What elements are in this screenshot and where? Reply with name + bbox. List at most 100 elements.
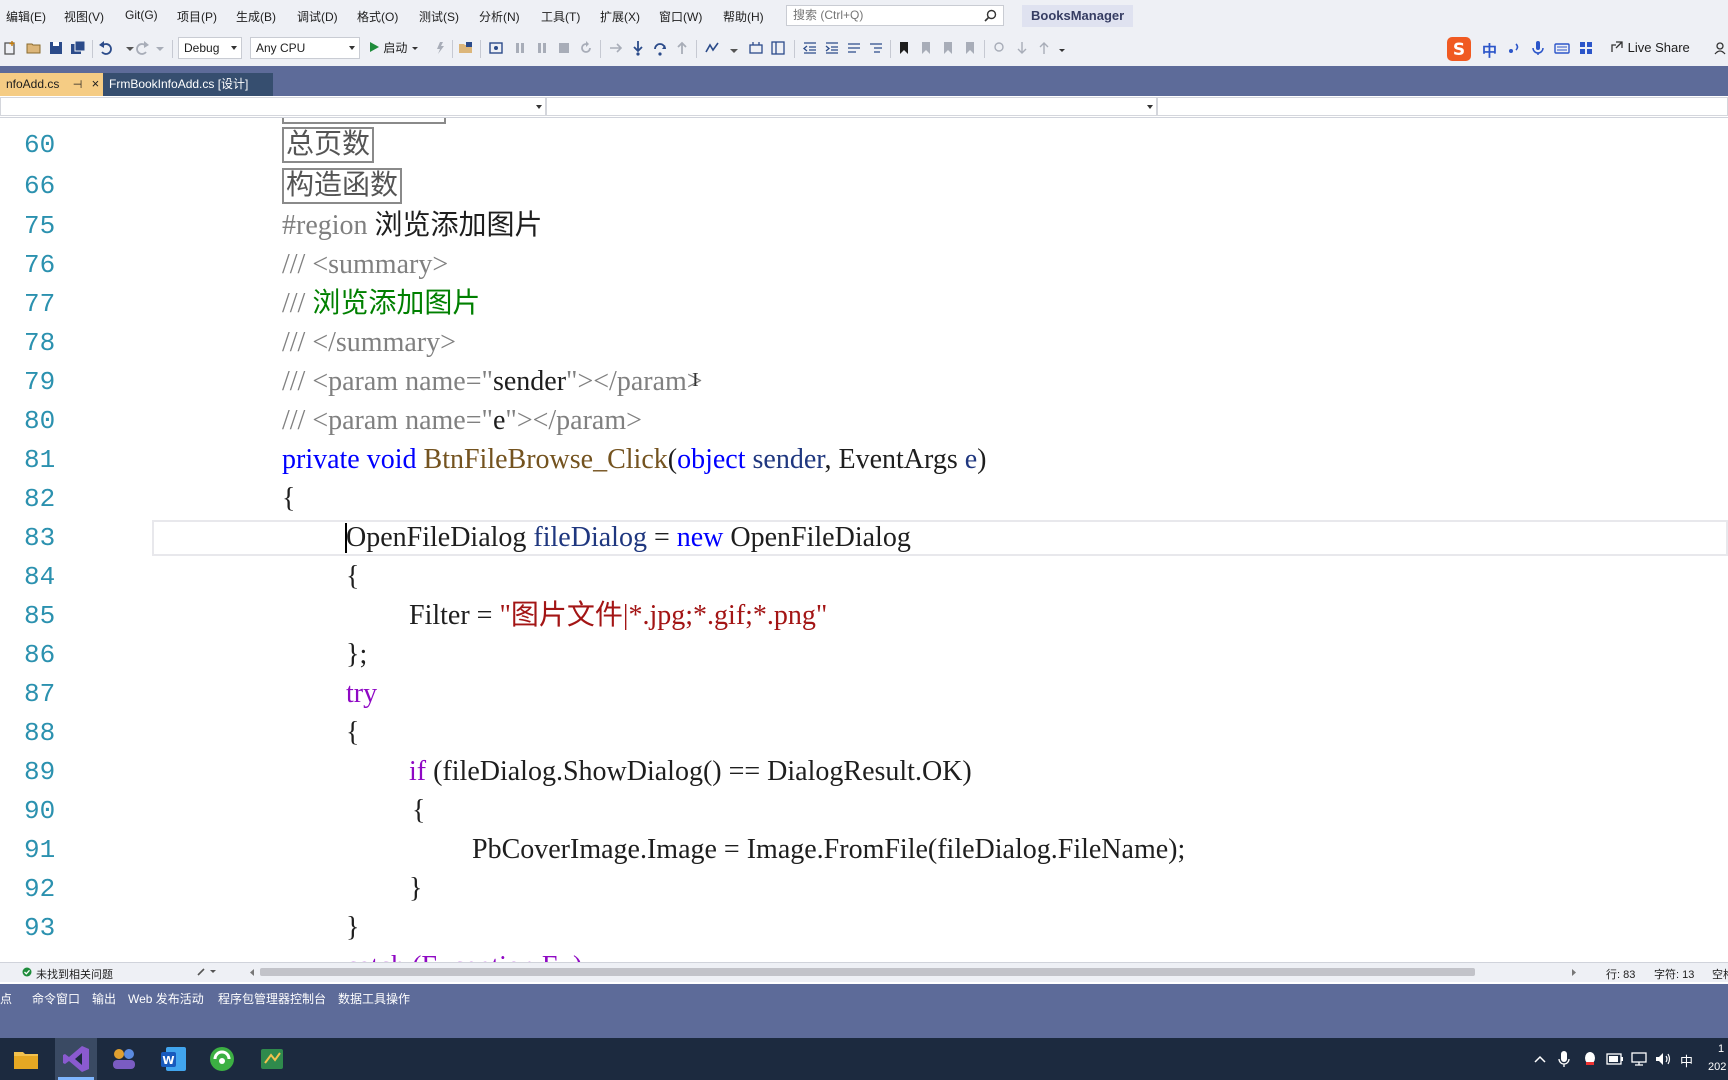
layout-icon[interactable] [770, 40, 786, 56]
ime-punctuation-icon[interactable] [1506, 40, 1522, 56]
pause-icon[interactable] [534, 40, 550, 56]
menu-window[interactable]: 窗口(W) [659, 8, 702, 25]
collapsed-region[interactable]: 总页数 [282, 127, 375, 163]
step-into-icon[interactable] [630, 40, 646, 56]
ime-tray-indicator[interactable]: 中 [1680, 1051, 1693, 1070]
horizontal-scrollbar-thumb[interactable] [260, 968, 1475, 976]
visual-studio-icon[interactable] [60, 1043, 92, 1075]
configuration-combo[interactable]: Debug [178, 37, 242, 59]
menu-analyze[interactable]: 分析(N) [479, 8, 520, 25]
stop-icon[interactable] [556, 40, 572, 56]
search-input[interactable] [787, 6, 973, 24]
save-all-icon[interactable] [70, 40, 86, 56]
outdent-icon[interactable] [802, 40, 818, 56]
break-all-icon[interactable] [512, 40, 528, 56]
tab-data-tools[interactable]: 数据工具操作 [338, 990, 410, 1007]
hot-reload-icon[interactable] [432, 40, 448, 56]
arrow-up-icon[interactable] [1036, 40, 1052, 56]
tab-output[interactable]: 输出 [92, 990, 116, 1007]
tab-breakpoints[interactable]: 断点 [0, 990, 12, 1007]
tab-command-window[interactable]: 命令窗口 [32, 990, 80, 1007]
menu-view[interactable]: 视图(V) [64, 8, 104, 25]
type-dropdown[interactable] [0, 97, 546, 116]
member-dropdown[interactable] [546, 97, 1157, 116]
tab-package-manager-console[interactable]: 程序包管理器控制台 [218, 990, 326, 1007]
next-bookmark-icon[interactable] [940, 40, 956, 56]
teams-icon[interactable] [108, 1043, 140, 1075]
undo-icon[interactable] [98, 40, 114, 56]
show-hidden-icons-icon[interactable] [1534, 1054, 1546, 1064]
whitespace-mode[interactable]: 空格 [1712, 966, 1728, 982]
close-icon[interactable]: × [92, 76, 100, 91]
collapsed-region[interactable]: 构造函数 [282, 168, 403, 204]
browser-icon[interactable] [206, 1043, 238, 1075]
issues-status[interactable]: 未找到相关问题 [36, 966, 113, 982]
open-in-explorer-icon[interactable] [458, 40, 474, 56]
ime-mode[interactable]: 中 [1482, 40, 1497, 61]
bookmark-icon[interactable] [896, 40, 912, 56]
menu-extensions[interactable]: 扩展(X) [600, 8, 640, 25]
comment-icon[interactable] [846, 40, 862, 56]
menu-build[interactable]: 生成(B) [236, 8, 276, 25]
search-box[interactable] [786, 5, 1004, 26]
indent-icon[interactable] [824, 40, 840, 56]
pin-icon[interactable]: ⊣ [73, 79, 83, 91]
project-dropdown[interactable] [1157, 97, 1728, 116]
live-share-button[interactable]: Live Share [1610, 40, 1690, 55]
uncomment-icon[interactable] [868, 40, 884, 56]
qq-icon[interactable] [1582, 1050, 1598, 1068]
platform-combo[interactable]: Any CPU [250, 37, 360, 59]
step-over-icon[interactable] [652, 40, 668, 56]
menu-debug[interactable]: 调试(D) [297, 8, 338, 25]
scroll-right-icon[interactable] [1570, 968, 1578, 977]
redo-icon[interactable] [134, 40, 150, 56]
volume-icon[interactable] [1654, 1051, 1672, 1067]
toggle-view-icon[interactable] [748, 40, 764, 56]
network-icon[interactable] [1630, 1051, 1648, 1067]
step-out-icon[interactable] [674, 40, 690, 56]
toolbar-overflow-icon[interactable] [1054, 40, 1070, 56]
previous-bookmark-icon[interactable] [918, 40, 934, 56]
char-indicator[interactable]: 字符: 13 [1654, 966, 1694, 982]
menu-project[interactable]: 项目(P) [177, 8, 217, 25]
clock-date[interactable]: 202 [1708, 1061, 1726, 1073]
menu-test[interactable]: 测试(S) [419, 8, 459, 25]
feedback-icon[interactable] [1712, 40, 1728, 56]
menu-format[interactable]: 格式(O) [357, 8, 398, 25]
sogou-ime-icon[interactable]: S [1446, 36, 1472, 62]
tab-web-publish[interactable]: Web 发布活动 [128, 990, 204, 1007]
search-icon[interactable] [984, 9, 997, 22]
dropdown-icon[interactable] [726, 40, 742, 56]
keyboard-icon[interactable] [1554, 40, 1570, 56]
ime-toolbox-icon[interactable] [1578, 40, 1594, 56]
new-item-icon[interactable] [2, 40, 18, 56]
menu-git[interactable]: Git(G) [125, 8, 158, 22]
microphone-icon[interactable] [1530, 40, 1546, 56]
line-indicator[interactable]: 行: 83 [1606, 966, 1635, 982]
save-icon[interactable] [48, 40, 64, 56]
start-debugging-button[interactable]: 启动 [368, 37, 419, 59]
word-icon[interactable]: W [158, 1043, 190, 1075]
tab-frmbookinfoadd-cs[interactable]: nfoAdd.cs ⊣ × [0, 73, 103, 96]
whiteboard-app-icon[interactable] [256, 1043, 288, 1075]
code-cleanup-icon[interactable] [196, 967, 220, 977]
menu-tools[interactable]: 工具(T) [541, 8, 580, 25]
show-next-statement-icon[interactable] [608, 40, 624, 56]
clear-bookmarks-icon[interactable] [962, 40, 978, 56]
code-editor[interactable]: 60 总页数 66 构造函数 75 #region 浏览添加图片 76 /// … [0, 118, 1728, 962]
find-icon[interactable] [992, 40, 1008, 56]
battery-icon[interactable] [1606, 1052, 1624, 1066]
redo-dropdown-icon[interactable] [152, 40, 168, 56]
clock-time[interactable]: 1 [1718, 1043, 1724, 1055]
open-folder-icon[interactable] [26, 40, 42, 56]
screenshot-icon[interactable] [488, 40, 504, 56]
collapsed-region-partial[interactable] [282, 118, 446, 124]
restart-icon[interactable] [578, 40, 594, 56]
menu-help[interactable]: 帮助(H) [723, 8, 764, 25]
file-explorer-icon[interactable] [10, 1043, 42, 1075]
microphone-tray-icon[interactable] [1558, 1050, 1570, 1068]
scroll-left-icon[interactable] [248, 968, 256, 977]
diagnostic-tools-icon[interactable] [704, 40, 720, 56]
arrow-down-icon[interactable] [1014, 40, 1030, 56]
menu-edit[interactable]: 编辑(E) [6, 8, 46, 25]
